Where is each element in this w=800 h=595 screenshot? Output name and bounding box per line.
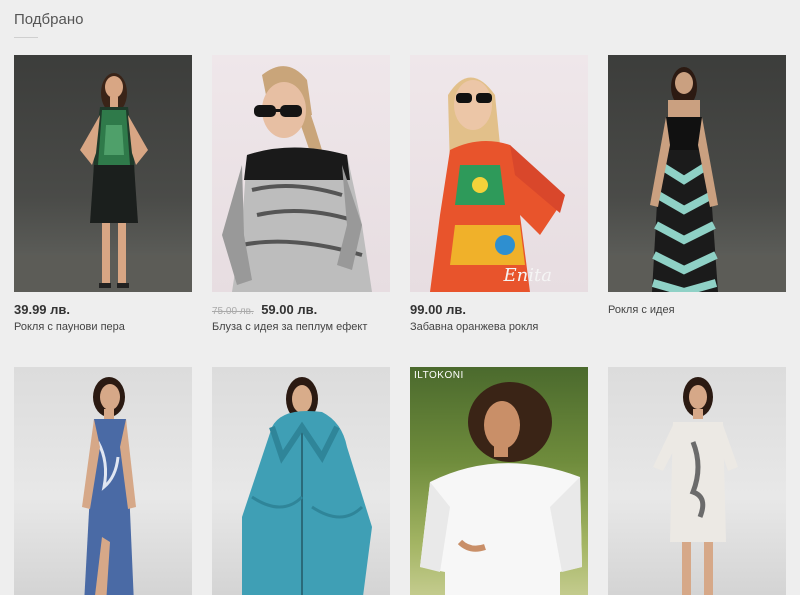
product-image[interactable] — [14, 55, 192, 292]
product-name[interactable]: Рокля с паунови пера — [14, 320, 192, 334]
product-image[interactable] — [14, 367, 192, 595]
product-image[interactable] — [608, 367, 786, 595]
product-price: 39.99 лв. — [14, 302, 71, 317]
product-card[interactable]: 39.99 лв. Рокля с паунови пера — [14, 55, 192, 334]
product-old-price: 75.00 лв. — [212, 306, 254, 317]
product-image[interactable] — [608, 55, 786, 292]
product-card[interactable]: Enita 99.00 лв. Забавна оранжева рокля — [410, 55, 588, 334]
product-image[interactable] — [212, 367, 390, 595]
brand-watermark: ILTOKONI — [414, 370, 464, 381]
product-card[interactable] — [212, 367, 390, 595]
product-price: 99.00 лв. — [410, 302, 467, 317]
product-price: 59.00 лв. — [261, 302, 318, 317]
product-card[interactable]: ILTOKONI — [410, 367, 588, 595]
product-card[interactable] — [14, 367, 192, 595]
product-card[interactable]: Рокля с идея — [608, 55, 786, 317]
product-name[interactable]: Блуза с идея за пеплум ефект — [212, 320, 390, 334]
photo-signature: Enita — [503, 265, 552, 286]
price-row: 99.00 лв. — [410, 301, 588, 319]
product-name[interactable]: Рокля с идея — [608, 303, 786, 317]
product-name[interactable]: Забавна оранжева рокля — [410, 320, 588, 334]
product-image[interactable]: Enita — [410, 55, 588, 292]
product-image[interactable] — [212, 55, 390, 292]
product-card[interactable]: 75.00 лв. 59.00 лв. Блуза с идея за пепл… — [212, 55, 390, 334]
product-card[interactable] — [608, 367, 786, 595]
section-title: Подбрано — [14, 11, 84, 28]
title-divider — [14, 37, 38, 38]
price-row: 75.00 лв. 59.00 лв. — [212, 301, 390, 319]
price-row: 39.99 лв. — [14, 301, 192, 319]
product-image[interactable]: ILTOKONI — [410, 367, 588, 595]
